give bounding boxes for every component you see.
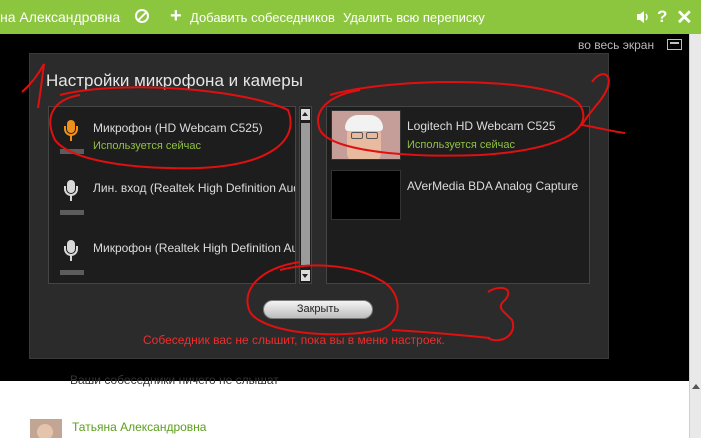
delete-history-link[interactable]: Удалить всю переписку [343, 10, 485, 25]
chat-title: на Александровна [0, 9, 121, 25]
mic-level-bar [60, 149, 84, 154]
fullscreen-icon[interactable] [667, 39, 682, 50]
chat-header-bar: на Александровна + Добавить собеседников… [0, 0, 701, 34]
microphone-name: Лин. вход (Realtek High Definition Audio… [93, 181, 296, 195]
block-icon[interactable] [135, 9, 149, 23]
close-icon[interactable]: ✕ [676, 5, 693, 30]
microphone-icon [63, 240, 79, 262]
scroll-up-icon[interactable] [301, 109, 310, 120]
camera-preview [331, 170, 401, 220]
scroll-thumb[interactable] [301, 123, 310, 265]
mic-level-bar [60, 210, 84, 215]
avatar[interactable] [30, 419, 62, 438]
camera-item[interactable]: Logitech HD Webcam C525 Используется сей… [327, 110, 589, 170]
camera-name: AVerMedia BDA Analog Capture [407, 179, 579, 193]
microphone-icon [63, 120, 79, 142]
microphone-list-scrollbar[interactable] [299, 106, 312, 284]
microphone-name: Микрофон (Realtek High Definition Audio) [93, 241, 296, 255]
camera-status: Используется сейчас [407, 139, 515, 151]
camera-name: Logitech HD Webcam C525 [407, 119, 556, 133]
microphone-name: Микрофон (HD Webcam C525) [93, 121, 263, 135]
settings-dialog: Настройки микрофона и камеры Микрофон (H… [29, 53, 609, 359]
contact-name-link[interactable]: Татьяна Александровна [72, 420, 206, 434]
add-participants-link[interactable]: Добавить собеседников [190, 10, 335, 25]
message-text: Ваши собеседники ничего не слышат [70, 373, 279, 387]
warning-text: Собеседник вас не слышит, пока вы в меню… [143, 333, 445, 347]
fullscreen-link[interactable]: во весь экран [578, 38, 654, 52]
microphone-item[interactable]: Микрофон (HD Webcam C525) Используется с… [49, 107, 295, 167]
camera-list: Logitech HD Webcam C525 Используется сей… [326, 106, 590, 284]
microphone-list: Микрофон (HD Webcam C525) Используется с… [48, 106, 296, 284]
close-button[interactable]: Закрыть [263, 300, 373, 319]
microphone-icon [63, 180, 79, 202]
microphone-item[interactable]: Микрофон (Realtek High Definition Audio) [49, 227, 296, 283]
dialog-title: Настройки микрофона и камеры [46, 71, 303, 90]
scroll-up-arrow-icon[interactable] [692, 384, 700, 389]
scroll-down-icon[interactable] [301, 270, 310, 281]
microphone-item[interactable]: Лин. вход (Realtek High Definition Audio… [49, 167, 296, 227]
speaker-icon[interactable] [636, 10, 650, 24]
help-icon[interactable]: ? [657, 7, 667, 27]
mic-level-bar [60, 270, 84, 275]
plus-icon[interactable]: + [170, 6, 182, 26]
page-scrollbar[interactable] [689, 34, 701, 438]
camera-item[interactable]: AVerMedia BDA Analog Capture [327, 170, 589, 230]
camera-preview [331, 110, 401, 160]
microphone-status: Используется сейчас [93, 140, 201, 152]
